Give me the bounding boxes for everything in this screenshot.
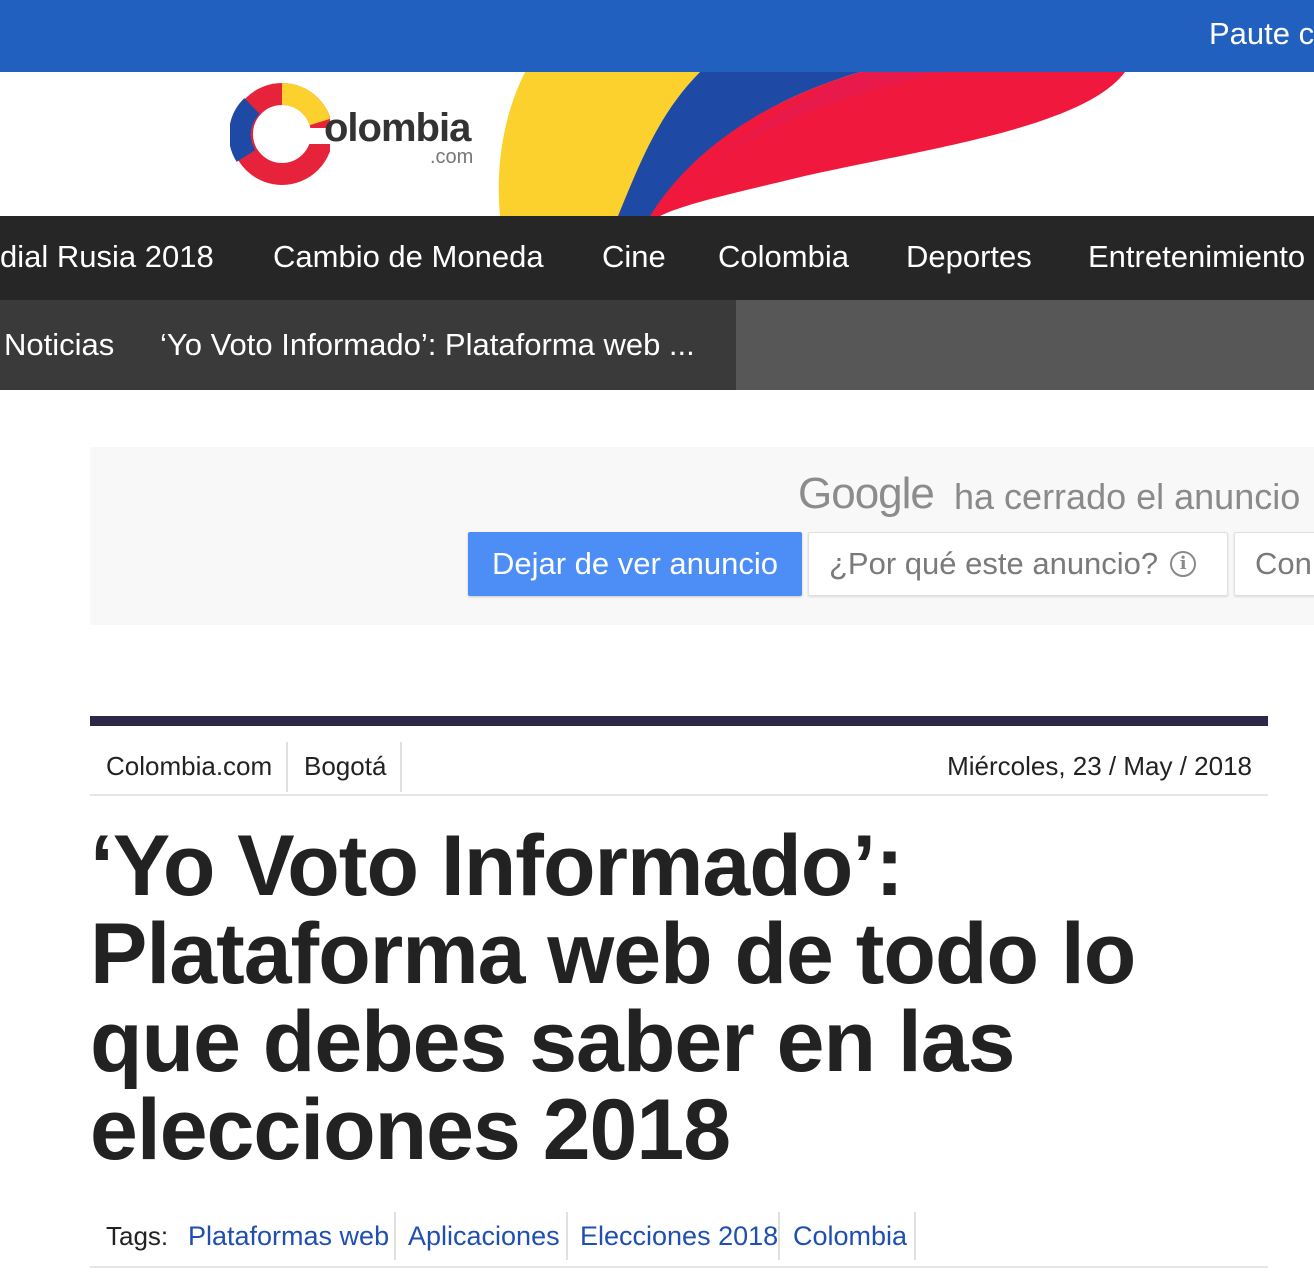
article-meta: Colombia.com Bogotá Miércoles, 23 / May … [90, 740, 1268, 796]
breadcrumb-item-current: ‘Yo Voto Informado’: Plataforma web ... [160, 327, 695, 362]
article-date: Miércoles, 23 / May / 2018 [947, 751, 1252, 781]
nav-item-colombia[interactable]: Colombia [718, 236, 849, 278]
nav-item-mundial-rusia[interactable]: dial Rusia 2018 [0, 236, 214, 278]
info-icon: i [1170, 550, 1197, 577]
breadcrumb: Noticias ‘Yo Voto Informado’: Plataforma… [0, 300, 1314, 390]
why-this-ad-label: ¿Por qué este anuncio? [829, 546, 1159, 581]
article-source-link[interactable]: Colombia.com [106, 740, 272, 792]
tag-plataformas-web[interactable]: Plataformas web [188, 1210, 389, 1262]
article-top-rule [90, 716, 1268, 726]
advertise-link[interactable]: Paute c [1209, 14, 1314, 54]
article-city-link[interactable]: Bogotá [304, 740, 386, 792]
top-bar: Paute c [0, 0, 1314, 72]
nav-item-cine[interactable]: Cine [602, 236, 666, 278]
colombia-logo[interactable]: olombia .com [230, 76, 500, 196]
logo-c-icon [230, 83, 330, 185]
tag-elecciones-2018[interactable]: Elecciones 2018 [580, 1210, 778, 1262]
tag-divider [778, 1212, 780, 1260]
ad-options-button[interactable]: Con [1234, 532, 1314, 596]
nav-item-entretenimiento[interactable]: Entretenimiento [1088, 236, 1305, 278]
ad-closed-panel: Google ha cerrado el anuncio Dejar de ve… [90, 447, 1314, 625]
why-this-ad-button[interactable]: ¿Por qué este anuncio? i [808, 532, 1228, 596]
site-header: olombia .com [0, 72, 1314, 216]
logo-subtext: .com [430, 146, 474, 168]
stop-seeing-ad-button[interactable]: Dejar de ver anuncio [468, 532, 802, 596]
flag-swoosh-graphic [498, 72, 1125, 216]
meta-divider [400, 742, 402, 792]
tags-label: Tags: [106, 1221, 169, 1251]
main-nav: dial Rusia 2018 Cambio de Moneda Cine Co… [0, 216, 1314, 300]
article-tags: Tags: Plataformas web Aplicaciones Elecc… [90, 1210, 1268, 1268]
tag-colombia[interactable]: Colombia [793, 1210, 907, 1262]
article-headline: ‘Yo Voto Informado’: Plataforma web de t… [90, 818, 1136, 1178]
nav-item-deportes[interactable]: Deportes [906, 236, 1032, 278]
tag-divider [394, 1212, 396, 1260]
tag-divider [566, 1212, 568, 1260]
google-logo: Google [798, 469, 935, 518]
ad-closed-message: ha cerrado el anuncio [954, 476, 1301, 517]
meta-divider [286, 742, 288, 792]
nav-item-cambio-moneda[interactable]: Cambio de Moneda [273, 236, 544, 278]
tag-divider [914, 1212, 916, 1260]
logo-text: olombia [324, 106, 471, 150]
tag-aplicaciones[interactable]: Aplicaciones [408, 1210, 560, 1262]
breadcrumb-item-noticias[interactable]: Noticias [4, 324, 114, 366]
